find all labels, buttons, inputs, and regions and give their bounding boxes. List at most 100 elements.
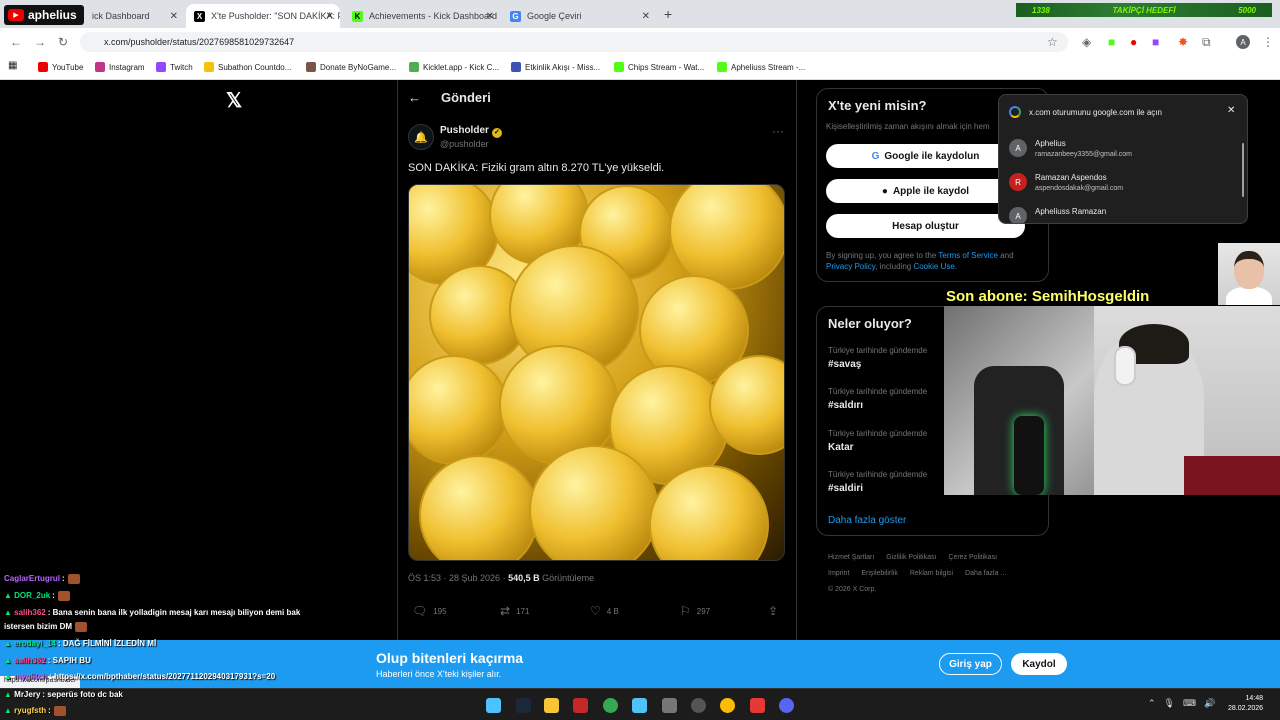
footer-link[interactable]: Gizlilik Politikası: [886, 554, 936, 561]
taskbar-clock[interactable]: 14:48 28.02.2026: [1228, 694, 1263, 714]
login-button[interactable]: Giriş yap: [939, 653, 1002, 675]
post-timestamp[interactable]: ÖS 1:53 · 28 Şub 2026 ·: [408, 573, 508, 583]
reload-icon[interactable]: ↻: [58, 35, 68, 49]
chat-text: :: [52, 591, 55, 601]
close-icon[interactable]: ✕: [170, 11, 178, 22]
volume-icon[interactable]: 🔊: [1204, 698, 1215, 709]
repost-button[interactable]: ⇄ 171: [500, 604, 529, 618]
footer-link[interactable]: Daha fazla ...: [965, 570, 1006, 577]
tab-google-translate[interactable]: G Google Çeviri ✕: [502, 4, 656, 28]
trend-item[interactable]: #saldiri: [828, 483, 863, 494]
bookmark-button[interactable]: ⚐ 297: [680, 604, 710, 618]
forward-icon[interactable]: →: [34, 35, 46, 49]
button-label: Hesap oluştur: [892, 220, 959, 232]
signup-button[interactable]: Kaydol: [1011, 653, 1067, 675]
close-icon[interactable]: ✕: [1227, 105, 1235, 116]
more-options-icon[interactable]: ···: [772, 124, 784, 138]
footer-link[interactable]: Erişilebilirlik: [861, 570, 898, 577]
tab-achievements[interactable]: K Achievements - Kick Dashboard ✕: [344, 4, 500, 28]
chat-username: salih362: [14, 608, 46, 617]
author-handle[interactable]: @pusholder: [440, 139, 489, 149]
close-icon[interactable]: ✕: [326, 11, 334, 22]
google-account-item[interactable]: A Apheliuss Ramazan: [1009, 207, 1235, 223]
close-icon[interactable]: ✕: [642, 11, 650, 22]
like-count: 4 B: [606, 606, 619, 616]
apps-grid-icon[interactable]: ▦: [8, 60, 17, 71]
app-icon[interactable]: [750, 698, 765, 713]
chat-text: : Bana senin bana ilk yolladigin mesaj k…: [47, 608, 301, 617]
google-signin-popup: x.com oturumunu google.com ile açın ✕ A …: [998, 94, 1248, 224]
post-image[interactable]: [408, 184, 785, 561]
app-icon[interactable]: [573, 698, 588, 713]
back-icon[interactable]: ←: [10, 35, 22, 49]
chevron-up-icon[interactable]: ⌃: [1148, 698, 1156, 709]
terms-link[interactable]: Terms of Service: [938, 251, 998, 260]
post-text: SON DAKİKA: Fiziki gram altın 8.270 TL'y…: [408, 162, 665, 174]
folder-icon[interactable]: [544, 698, 559, 713]
trend-item[interactable]: #saldırı: [828, 400, 863, 411]
bookmark-youtube[interactable]: YouTube: [38, 62, 83, 72]
back-arrow-icon[interactable]: ←: [408, 90, 421, 105]
create-account-button[interactable]: Hesap oluştur: [826, 214, 1025, 238]
menu-kebab-icon[interactable]: ⋮: [1262, 35, 1274, 49]
close-icon[interactable]: ✕: [486, 11, 494, 22]
profile-avatar[interactable]: A: [1236, 35, 1250, 49]
obs-icon[interactable]: [691, 698, 706, 713]
bookmark-twitch[interactable]: Twitch: [156, 62, 193, 72]
streamer-logo: ▶ aphelius: [4, 5, 84, 25]
verified-badge-icon: ✓: [491, 128, 502, 138]
trend-item[interactable]: Katar: [828, 442, 854, 453]
google-signup-button[interactable]: G Google ile kaydolun: [826, 144, 1025, 168]
tab-label: Achievements - Kick Dashboard: [369, 11, 498, 21]
author-name[interactable]: Pusholder ✓: [440, 125, 502, 138]
tab-pusholder-post[interactable]: X X'te Pusholder: "SON DAKİKA: F ✕: [186, 4, 340, 28]
avatar[interactable]: 🔔: [408, 124, 434, 150]
bookmark-etkinlik[interactable]: Etkinlik Akışı - Miss...: [511, 62, 600, 72]
start-icon[interactable]: [486, 698, 501, 713]
bookmark-chips-stream[interactable]: Chips Stream - Wat...: [614, 62, 704, 72]
bookmark-donate[interactable]: Donate ByNoGame...: [306, 62, 396, 72]
mic-icon[interactable]: 🎙: [1164, 698, 1175, 709]
kick-icon: [614, 62, 624, 72]
twitch-extension-icon[interactable]: ■: [1152, 35, 1159, 49]
extension-icon[interactable]: ✸: [1178, 35, 1188, 49]
bookmark-subathon[interactable]: Subathon Countdo...: [204, 62, 291, 72]
share-icon: ⇪: [768, 604, 779, 618]
steam-icon[interactable]: [516, 698, 531, 713]
scrollbar[interactable]: [1242, 143, 1244, 197]
bookmark-kicklet[interactable]: Kicklet.app - Kick C...: [409, 62, 499, 72]
bookmark-apheliuss-stream[interactable]: Apheliuss Stream -...: [717, 62, 805, 72]
new-tab-icon[interactable]: +: [664, 6, 672, 22]
follower-goal: 5000: [1238, 5, 1256, 15]
apple-signup-button[interactable]: ● Apple ile kaydol: [826, 179, 1025, 203]
chrome-icon[interactable]: [603, 698, 618, 713]
extensions-puzzle-icon[interactable]: ⧉: [1202, 35, 1211, 50]
account-email: ramazanbeey3355@gmail.com: [1035, 151, 1132, 158]
discord-icon[interactable]: [779, 698, 794, 713]
opera-icon[interactable]: ●: [1130, 35, 1137, 49]
trend-item[interactable]: #savaş: [828, 359, 861, 370]
app-icon[interactable]: [662, 698, 677, 713]
footer-link[interactable]: Reklam bilgisi: [910, 570, 953, 577]
kick-extension-icon[interactable]: ■: [1108, 35, 1115, 49]
x-logo-icon[interactable]: 𝕏: [226, 88, 242, 113]
chat-message: ▲ MrJery: seperüs foto dc bak: [4, 690, 123, 699]
footer-link[interactable]: Hizmet Şartları: [828, 554, 874, 561]
cookie-link[interactable]: Cookie Use.: [913, 262, 957, 271]
footer-link[interactable]: Imprint: [828, 570, 849, 577]
footer-link[interactable]: Çerez Politikası: [948, 554, 997, 561]
privacy-link[interactable]: Privacy Policy: [826, 262, 875, 271]
share-button[interactable]: ⇪: [768, 604, 778, 618]
like-button[interactable]: ♡ 4 B: [590, 604, 619, 618]
reply-button[interactable]: 🗨 195: [412, 604, 447, 618]
chrome-icon[interactable]: [720, 698, 735, 713]
account-name: Aphelius: [1035, 139, 1066, 148]
extension-icon[interactable]: ◈: [1082, 35, 1091, 49]
tab-kick-dashboard[interactable]: ick Dashboard ✕: [84, 4, 184, 28]
star-icon[interactable]: ☆: [1047, 35, 1058, 49]
wifi-icon[interactable]: ⌨: [1183, 698, 1196, 709]
show-more-link[interactable]: Daha fazla göster: [828, 515, 906, 526]
app-icon[interactable]: [632, 698, 647, 713]
bookmark-instagram[interactable]: Instagram: [95, 62, 145, 72]
url-input[interactable]: x.com/pusholder/status/20276985810297326…: [80, 32, 1068, 52]
